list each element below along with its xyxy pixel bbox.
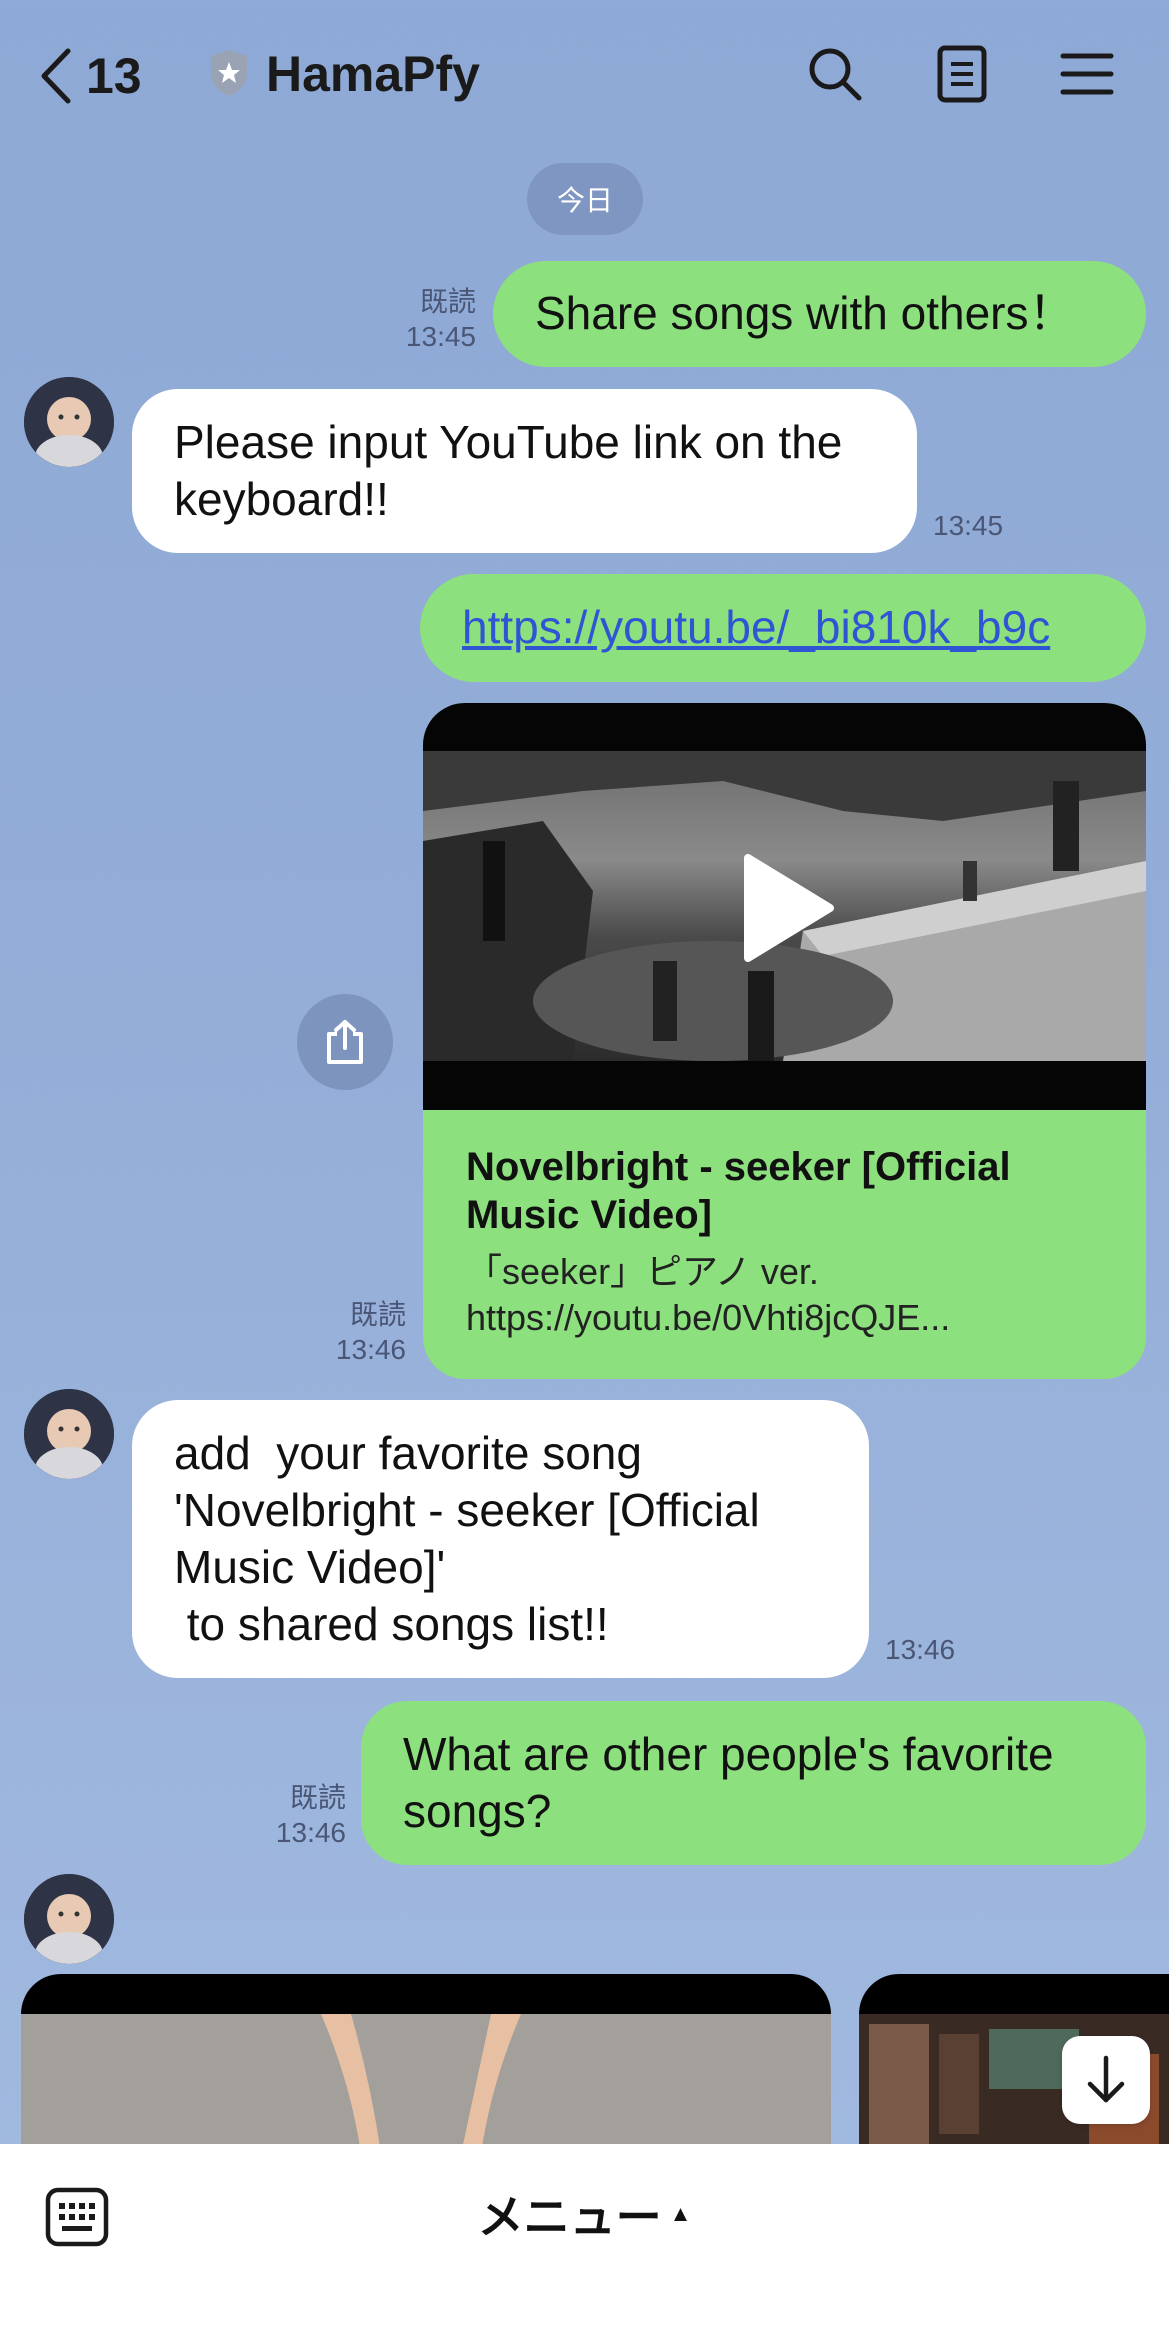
scroll-to-bottom-button[interactable] — [1062, 2036, 1150, 2124]
message-text-line: add your favorite song — [174, 1427, 642, 1479]
rich-menu-toggle[interactable]: メニュー ▲ — [0, 2174, 1169, 2254]
keyboard-button[interactable] — [44, 2184, 110, 2250]
message-bubble-outgoing[interactable]: https://youtu.be/_bi810k_b9c — [420, 574, 1146, 682]
menu-label: メニュー — [477, 2191, 662, 2243]
shield-icon — [211, 50, 247, 96]
message-time: 13:46 — [885, 1634, 956, 1665]
message-text-line: What are other people's favorite — [403, 1728, 1054, 1780]
card-description-line: 「seeker」ピアノ ver. — [466, 1251, 819, 1292]
back-button[interactable]: 13 — [36, 44, 142, 108]
message-text: Please input YouTube link on the keyboar… — [174, 416, 843, 525]
date-separator: 今日 — [527, 163, 643, 235]
message-text: Share songs with others！ — [535, 287, 1075, 339]
message-bubble-outgoing[interactable]: What are other people's favorite songs? — [361, 1701, 1146, 1865]
message-text-line: to shared songs list!! — [174, 1598, 609, 1650]
arrow-down-icon — [1087, 2055, 1125, 2103]
avatar-photo — [24, 377, 114, 467]
youtube-link-card[interactable]: Novelbright - seeker [Official Music Vid… — [423, 703, 1146, 1379]
message-text-line: 'Novelbright - seeker [Official — [174, 1484, 760, 1536]
unread-count: 13 — [86, 48, 142, 104]
card-description: 「seeker」ピアノ ver. https://youtu.be/0Vhti8… — [466, 1249, 1116, 1341]
message-time: 13:46 — [335, 1334, 406, 1365]
play-icon[interactable] — [740, 852, 836, 964]
read-receipt: 既読 — [349, 1299, 406, 1330]
message-meta: 既読 13:46 — [250, 1780, 346, 1850]
message-text-line: Music Video]' — [174, 1541, 446, 1593]
avatar[interactable] — [24, 1389, 114, 1479]
message-time: 13:46 — [275, 1817, 346, 1848]
chat-header: 13 HamaPfy — [0, 0, 1169, 150]
message-time: 13:45 — [933, 510, 1004, 541]
bottom-bar: メニュー ▲ — [0, 2144, 1169, 2350]
avatar-photo — [24, 1389, 114, 1479]
message-bubble-incoming[interactable]: add your favorite song 'Novelbright - se… — [132, 1400, 869, 1678]
youtube-link[interactable]: https://youtu.be/_bi810k_b9c — [462, 601, 1050, 653]
share-button[interactable] — [297, 994, 393, 1090]
caret-up-icon: ▲ — [669, 2201, 692, 2226]
message-text-line: songs? — [403, 1785, 552, 1837]
avatar[interactable] — [24, 377, 114, 467]
keyboard-icon — [45, 2187, 109, 2247]
video-thumbnail[interactable] — [423, 703, 1146, 1110]
message-meta: 既読 13:46 — [310, 1297, 406, 1367]
notes-button[interactable] — [928, 40, 996, 108]
card-url: https://youtu.be/0Vhti8jcQJE... — [466, 1297, 951, 1338]
chevron-left-icon — [41, 48, 71, 104]
message-meta: 既読 13:45 — [380, 284, 476, 354]
search-button[interactable] — [801, 40, 869, 108]
carousel-thumbnail — [21, 2014, 831, 2154]
card-title: Novelbright - seeker [Official Music Vid… — [466, 1145, 1011, 1237]
message-bubble-incoming[interactable]: Please input YouTube link on the keyboar… — [132, 389, 917, 553]
read-receipt: 既読 — [419, 286, 476, 317]
message-time: 13:45 — [405, 321, 476, 352]
carousel-card[interactable] — [21, 1974, 831, 2154]
search-icon — [809, 48, 862, 101]
menu-button[interactable] — [1053, 40, 1121, 108]
share-icon — [327, 1020, 363, 1064]
avatar[interactable] — [24, 1874, 114, 1964]
avatar-photo — [24, 1874, 114, 1964]
message-bubble-outgoing[interactable]: Share songs with others！ — [493, 261, 1146, 367]
chat-title: HamaPfy — [266, 46, 480, 102]
notes-icon — [937, 45, 987, 103]
hamburger-icon — [1060, 53, 1114, 95]
read-receipt: 既読 — [289, 1782, 346, 1813]
